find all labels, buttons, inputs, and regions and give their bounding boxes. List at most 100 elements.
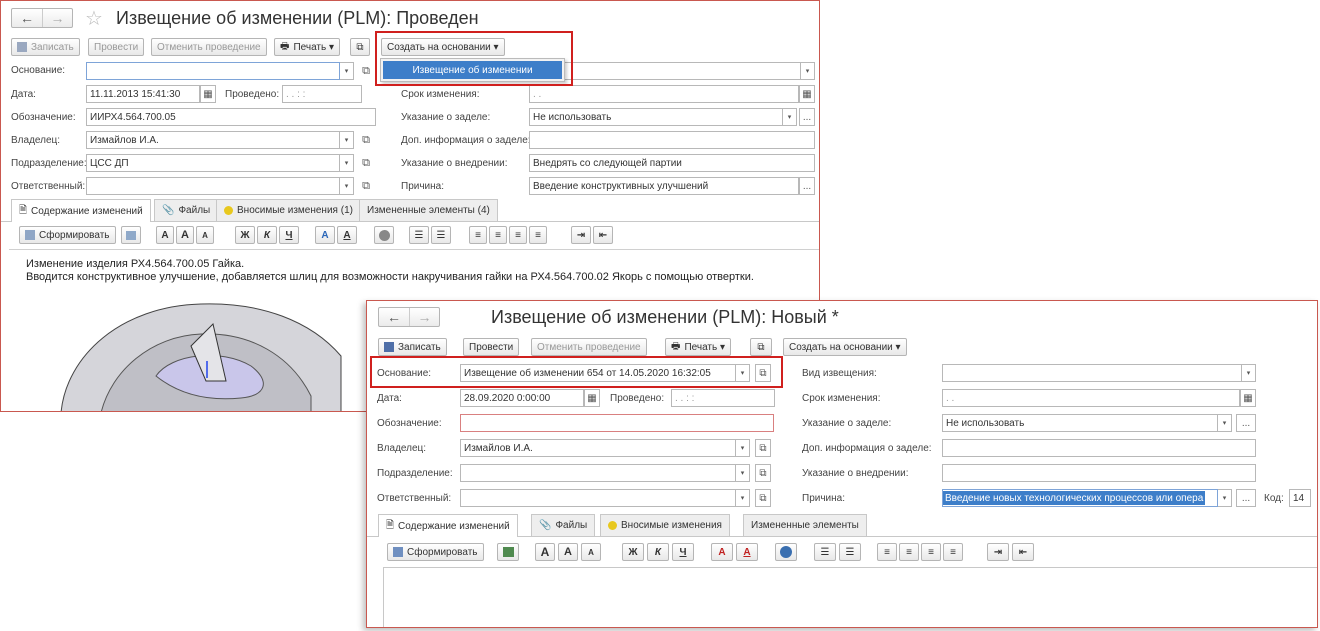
dropdown-icon[interactable]: ▾ [736, 439, 750, 457]
favorite-star-icon[interactable]: ☆ [85, 6, 103, 31]
open-link-icon[interactable]: ⧉ [358, 132, 374, 148]
bullet-list-icon[interactable]: ☰ [814, 543, 836, 561]
insert-object-icon[interactable] [374, 226, 394, 244]
dropdown-icon[interactable]: ▾ [801, 62, 815, 80]
image-icon[interactable] [121, 226, 141, 244]
calendar-icon[interactable]: ▦ [584, 389, 600, 407]
dropdown-icon[interactable]: ▾ [340, 177, 354, 195]
post-button[interactable]: Провести [88, 38, 145, 56]
calendar-icon[interactable]: ▦ [1240, 389, 1256, 407]
create-based-on-button[interactable]: Создать на основании ▾ [783, 338, 907, 356]
dropdown-icon[interactable]: ▾ [1242, 364, 1256, 382]
numbered-list-icon[interactable]: ☰ [839, 543, 861, 561]
bullet-list-icon[interactable]: ☰ [409, 226, 429, 244]
open-link-icon[interactable]: ⧉ [755, 489, 771, 507]
ellipsis-icon[interactable]: ... [1236, 414, 1256, 432]
tab-files[interactable]: 📎 Файлы [531, 514, 596, 536]
tab-introduced-changes[interactable]: Вносимые изменения [600, 514, 730, 536]
dropdown-icon[interactable]: ▾ [340, 131, 354, 149]
text-color-button[interactable]: A [736, 543, 758, 561]
vid-field[interactable] [942, 364, 1242, 382]
align-left-icon[interactable]: ≡ [877, 543, 897, 561]
prichina-field[interactable]: Введение конструктивных улучшений [529, 177, 799, 195]
provedeno-field[interactable]: . . : : [282, 85, 362, 103]
vladelec-field[interactable]: Измайлов И.А. [86, 131, 340, 149]
unpost-button[interactable]: Отменить проведение [531, 338, 647, 356]
prichina-field[interactable]: Введение новых технологических процессов… [942, 489, 1218, 507]
copy-icon[interactable]: ⧉ [750, 338, 772, 356]
otvetstvenny-field[interactable] [86, 177, 340, 195]
fill-color-button[interactable]: A [315, 226, 335, 244]
calendar-icon[interactable]: ▦ [200, 85, 216, 103]
outdent-icon[interactable]: ⇤ [593, 226, 613, 244]
fill-color-button[interactable]: A [711, 543, 733, 561]
back-button[interactable]: ← [379, 308, 409, 326]
date-field[interactable]: 28.09.2020 0:00:00 [460, 389, 584, 407]
font-increase-button[interactable]: A [176, 226, 194, 244]
ellipsis-icon[interactable]: ... [799, 108, 815, 126]
ukazanie-vnedr-field[interactable]: Внедрять со следующей партии [529, 154, 815, 172]
tab-content-changes[interactable]: 🗎 Содержание изменений [378, 514, 518, 537]
vladelec-field[interactable]: Измайлов И.А. [460, 439, 736, 457]
write-button[interactable]: Записать [11, 38, 80, 56]
indent-icon[interactable]: ⇥ [987, 543, 1009, 561]
ukazanie-zadel-field[interactable]: Не использовать [942, 414, 1218, 432]
open-link-icon[interactable]: ⧉ [358, 155, 374, 171]
dropdown-icon[interactable]: ▾ [1218, 414, 1232, 432]
open-link-icon[interactable]: ⧉ [358, 178, 374, 194]
font-decrease-button[interactable]: A [196, 226, 214, 244]
provedeno-field[interactable]: . . : : [671, 389, 775, 407]
print-button[interactable]: 🖶 Печать ▾ [665, 338, 732, 356]
tab-files[interactable]: 📎 Файлы [154, 199, 219, 221]
srok-field[interactable]: . . [529, 85, 799, 103]
insert-object-icon[interactable] [775, 543, 797, 561]
dop-info-field[interactable] [529, 131, 815, 149]
ukazanie-zadel-field[interactable]: Не использовать [529, 108, 783, 126]
ukazanie-vnedr-field[interactable] [942, 464, 1256, 482]
numbered-list-icon[interactable]: ☰ [431, 226, 451, 244]
text-color-button[interactable]: A [337, 226, 357, 244]
forward-button[interactable]: → [42, 9, 72, 27]
open-link-icon[interactable]: ⧉ [358, 63, 374, 79]
font-increase-button[interactable]: A [558, 543, 578, 561]
bold-button[interactable]: Ж [235, 226, 255, 244]
back-button[interactable]: ← [12, 9, 42, 27]
open-link-icon[interactable]: ⧉ [755, 464, 771, 482]
otvetstvenny-field[interactable] [460, 489, 736, 507]
ellipsis-icon[interactable]: ... [1236, 489, 1256, 507]
calendar-icon[interactable]: ▦ [799, 85, 815, 103]
underline-button[interactable]: Ч [279, 226, 299, 244]
tab-changed-elements[interactable]: Измененные элементы [743, 514, 867, 536]
ellipsis-icon[interactable]: ... [799, 177, 815, 195]
oboznachenie-field[interactable] [460, 414, 774, 432]
dropdown-icon[interactable]: ▾ [340, 154, 354, 172]
font-decrease-button[interactable]: A [581, 543, 601, 561]
write-button[interactable]: Записать [378, 338, 447, 356]
unpost-button[interactable]: Отменить проведение [151, 38, 267, 56]
form-button[interactable]: Сформировать [387, 543, 484, 561]
underline-button[interactable]: Ч [672, 543, 694, 561]
align-left-icon[interactable]: ≡ [469, 226, 487, 244]
podrazdelenie-field[interactable] [460, 464, 736, 482]
font-button[interactable]: A [535, 543, 555, 561]
dropdown-icon[interactable]: ▾ [340, 62, 354, 80]
align-justify-icon[interactable]: ≡ [529, 226, 547, 244]
font-button[interactable]: A [156, 226, 174, 244]
forward-button[interactable]: → [409, 308, 439, 326]
align-right-icon[interactable]: ≡ [921, 543, 941, 561]
italic-button[interactable]: К [257, 226, 277, 244]
open-link-icon[interactable]: ⧉ [755, 439, 771, 457]
dropdown-icon[interactable]: ▾ [736, 489, 750, 507]
dop-info-field[interactable] [942, 439, 1256, 457]
dropdown-icon[interactable]: ▾ [1218, 489, 1232, 507]
tab-content-changes[interactable]: 🗎 Содержание изменений [11, 199, 151, 222]
copy-icon[interactable]: ⧉ [350, 38, 370, 56]
italic-button[interactable]: К [647, 543, 669, 561]
align-center-icon[interactable]: ≡ [899, 543, 919, 561]
align-center-icon[interactable]: ≡ [489, 226, 507, 244]
form-button[interactable]: Сформировать [19, 226, 116, 244]
print-button[interactable]: 🖶 Печать ▾ [274, 38, 341, 56]
date-field[interactable]: 11.11.2013 15:41:30 [86, 85, 200, 103]
indent-icon[interactable]: ⇥ [571, 226, 591, 244]
bold-button[interactable]: Ж [622, 543, 644, 561]
